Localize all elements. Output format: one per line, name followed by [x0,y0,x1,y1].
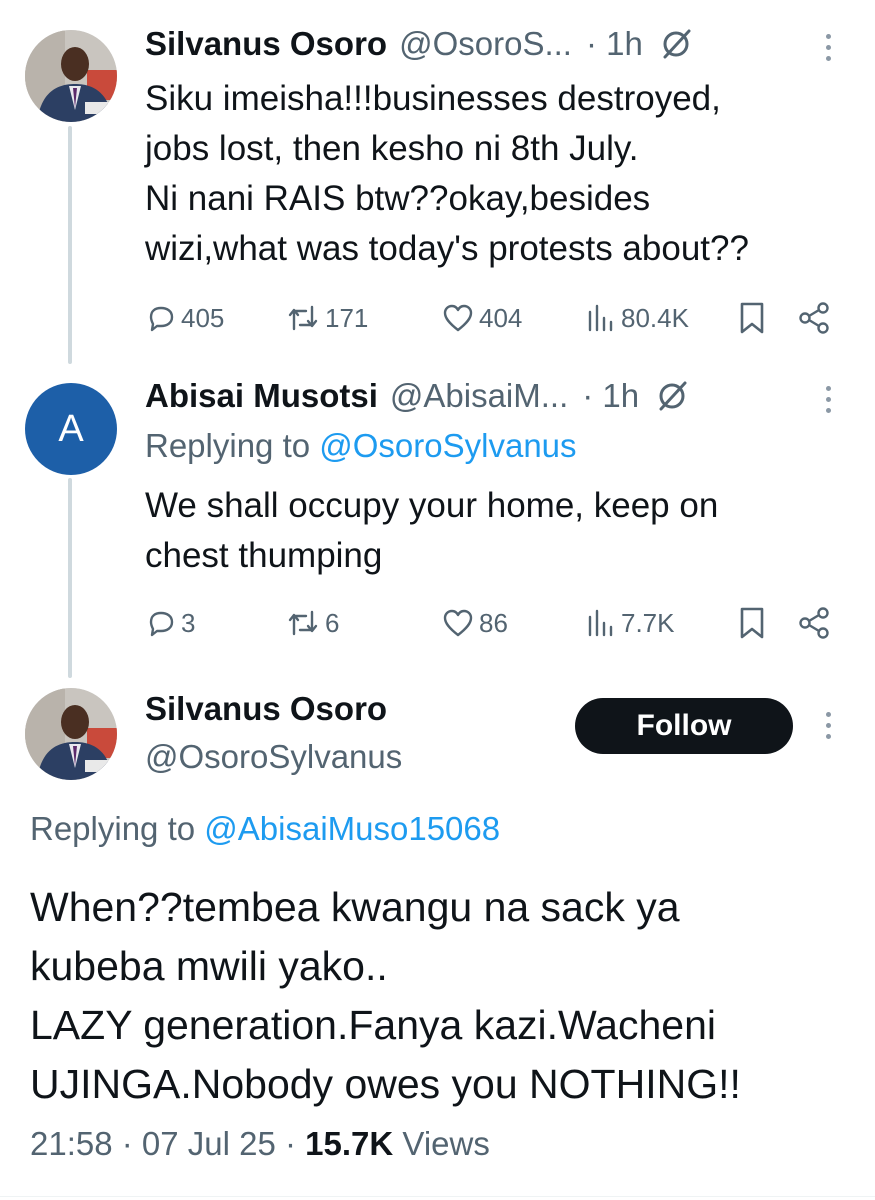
replying-to: Replying to @AbisaiMuso15068 [30,810,500,848]
avatar[interactable] [25,688,117,780]
thread-line [68,478,72,678]
avatar[interactable]: A [25,383,117,475]
more-icon[interactable] [826,34,831,61]
reply-count: 3 [181,607,196,638]
bookmark-icon [740,607,764,639]
repost-count: 6 [325,607,340,638]
author-handle[interactable]: @AbisaiM... [390,377,568,415]
tweet-text: We shall occupy your home, keep on chest… [145,486,719,575]
bookmark-button[interactable] [737,298,767,338]
repost-button[interactable]: 6 [285,603,339,643]
author-handle[interactable]: @OsoroS... [399,25,572,63]
share-button[interactable] [797,603,831,643]
views-button[interactable]: 80.4K [585,298,689,338]
replying-to: Replying to @OsoroSylvanus [145,427,577,465]
replying-to-mention[interactable]: @AbisaiMuso15068 [204,810,500,847]
author-name[interactable]: Abisai Musotsi [145,377,378,415]
avatar-letter: A [58,407,84,450]
grok-slash-icon[interactable] [659,27,693,61]
like-icon [443,609,473,637]
tweet-text: Siku imeisha!!!businesses destroyed, job… [145,79,749,268]
repost-count: 171 [325,302,369,333]
follow-button[interactable]: Follow [575,698,793,754]
views-label: Views [393,1125,490,1162]
reply-icon [149,611,174,637]
divider [0,1196,875,1197]
views-icon [588,304,613,332]
like-button[interactable]: 86 [441,603,508,643]
repost-icon [288,610,318,636]
views-count: 80.4K [621,302,689,333]
reply-button[interactable]: 405 [145,298,224,338]
reply-button[interactable]: 3 [145,603,195,643]
tweet-actions: 405 171 404 80.4K [145,298,835,338]
views-count: 7.7K [621,607,675,638]
bookmark-icon [740,302,764,334]
like-icon [443,304,473,332]
repost-button[interactable]: 171 [285,298,368,338]
views-icon [588,609,613,637]
grok-slash-icon[interactable] [655,379,689,413]
more-icon[interactable] [826,386,831,413]
timestamp[interactable]: · 1h [582,377,639,415]
timestamp[interactable]: · 1h [586,25,643,63]
post-timestamp[interactable]: 21:58 · 07 Jul 25 · [30,1125,305,1162]
share-icon [799,302,829,334]
views-count: 15.7K [305,1125,394,1162]
repost-icon [288,305,318,331]
tweet-text: When??tembea kwangu na sack ya kubeba mw… [30,884,741,1107]
avatar[interactable] [25,30,117,122]
tweet-header: Abisai Musotsi @AbisaiM... · 1h [145,376,825,416]
author-handle[interactable]: @OsoroSylvanus [145,738,402,776]
author-name[interactable]: Silvanus Osoro [145,25,387,63]
like-count: 404 [479,302,523,333]
like-count: 86 [479,607,508,638]
replying-to-label: Replying to [30,810,205,847]
tweet-actions: 3 6 86 7.7K [145,603,835,643]
tweet-meta: 21:58 · 07 Jul 25 · 15.7K Views [30,1125,490,1163]
like-button[interactable]: 404 [441,298,522,338]
replying-to-mention[interactable]: @OsoroSylvanus [319,427,576,464]
replying-to-label: Replying to [145,427,320,464]
share-button[interactable] [797,298,831,338]
thread-line [68,126,72,364]
tweet-header: Silvanus Osoro @OsoroS... · 1h [145,24,825,64]
bookmark-button[interactable] [737,603,767,643]
views-button[interactable]: 7.7K [585,603,675,643]
reply-count: 405 [181,302,225,333]
more-icon[interactable] [826,712,831,739]
share-icon [799,607,829,639]
author-name[interactable]: Silvanus Osoro [145,690,387,728]
reply-icon [149,306,174,332]
